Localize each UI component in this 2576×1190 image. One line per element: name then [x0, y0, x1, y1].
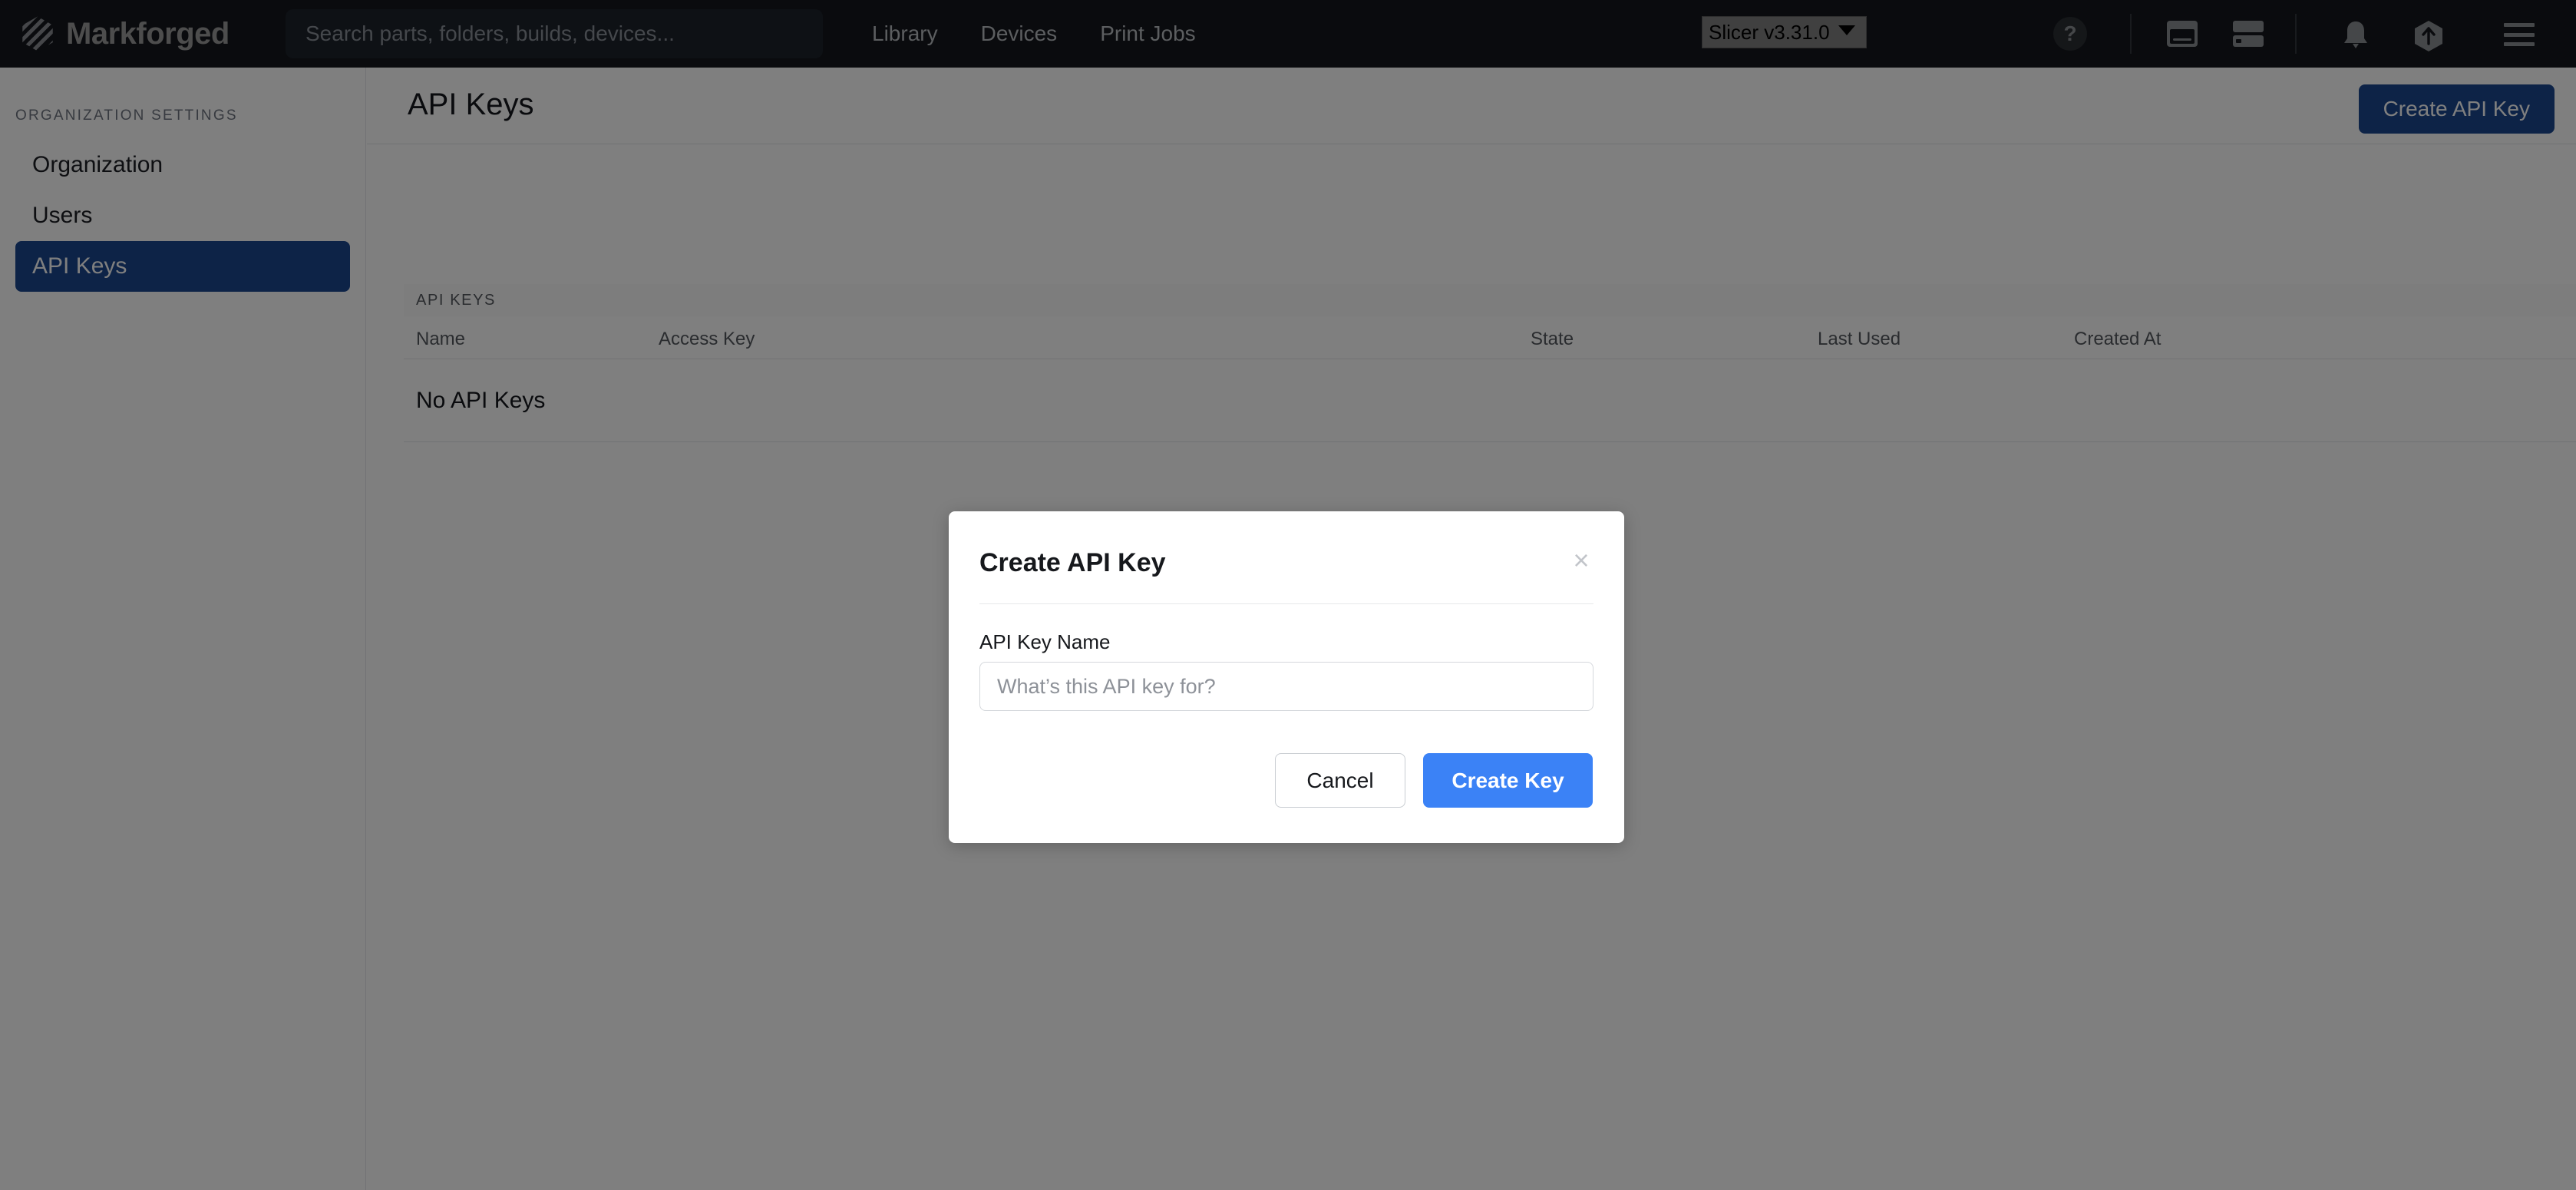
- api-key-name-label: API Key Name: [979, 630, 1111, 653]
- modal-title: Create API Key: [979, 548, 1166, 577]
- modal-divider: [979, 603, 1593, 604]
- cancel-button[interactable]: Cancel: [1275, 753, 1405, 808]
- api-key-name-input[interactable]: [979, 662, 1593, 711]
- close-icon[interactable]: ×: [1566, 545, 1597, 576]
- app-root: Markforged Library Devices Print Jobs Sl…: [0, 0, 2576, 1190]
- create-key-button[interactable]: Create Key: [1423, 753, 1593, 808]
